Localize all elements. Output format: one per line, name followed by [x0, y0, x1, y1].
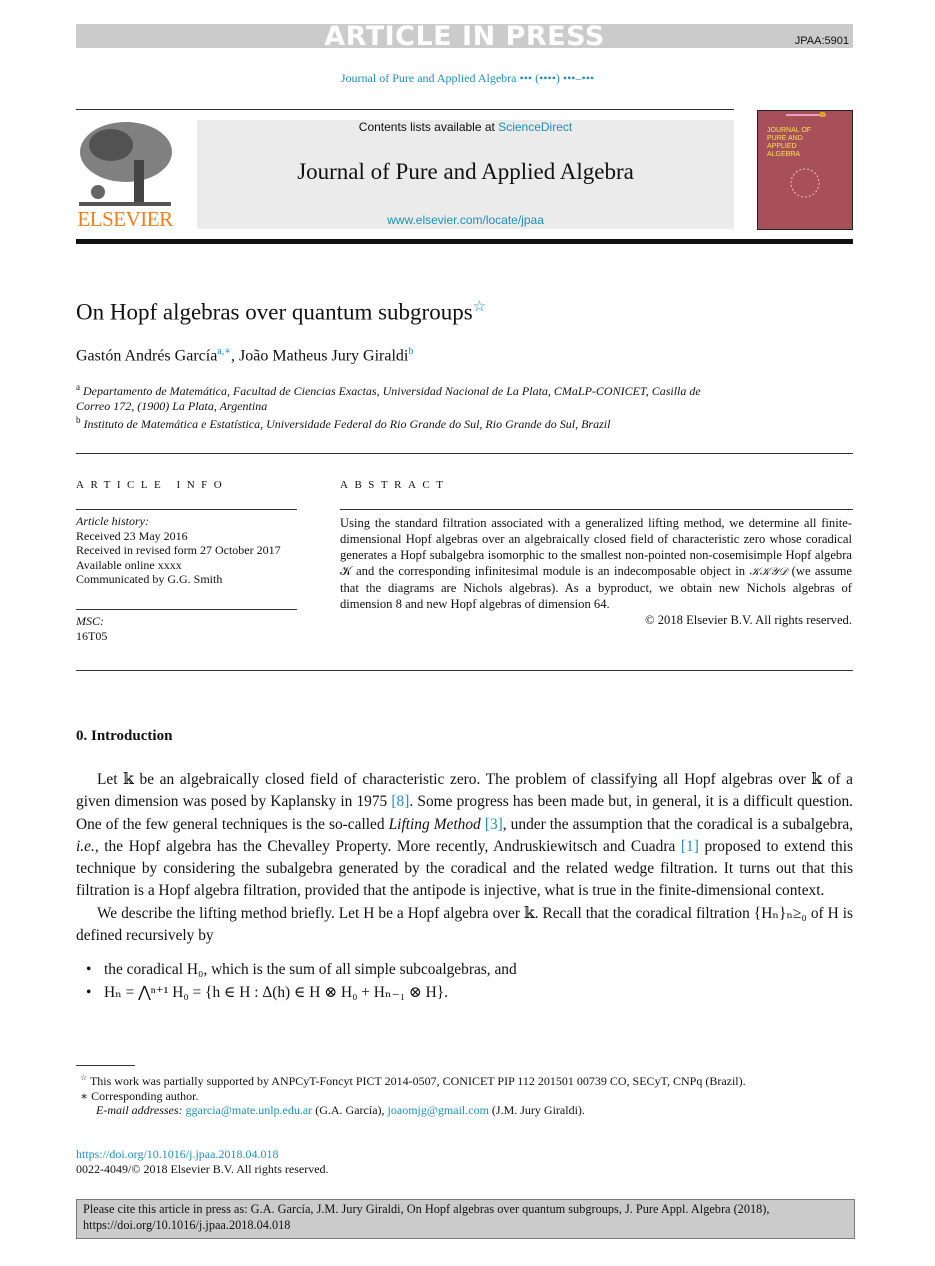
journal-reference-link[interactable]: Journal of Pure and Applied Algebra ••• … — [0, 71, 935, 86]
sciencedirect-link[interactable]: ScienceDirect — [498, 120, 572, 134]
introduction-body: Let 𝕜 be an algebraically closed field o… — [76, 769, 853, 1004]
affiliation: a Departamento de Matemática, Facultad d… — [76, 380, 736, 413]
paragraph: We describe the lifting method briefly. … — [76, 904, 853, 945]
article-in-press-label: ARTICLE IN PRESS — [324, 21, 605, 52]
cover-title: JOURNAL OF PURE AND APPLIED ALGEBRA — [767, 127, 812, 158]
email-link[interactable]: ggarcia@mate.unlp.edu.ar — [186, 1103, 313, 1117]
author-marks[interactable]: a,∗ — [217, 346, 231, 357]
history-item: Received 23 May 2016 — [76, 528, 188, 543]
history-item: Available online xxxx — [76, 557, 182, 572]
title-footnote-mark[interactable]: ☆ — [473, 299, 486, 315]
article-info-heading: ARTICLE INFO — [76, 479, 229, 491]
author-list: Gastón Andrés Garcíaa,∗, João Matheus Ju… — [76, 346, 414, 365]
author-name: João Matheus Jury Giraldi — [239, 347, 409, 365]
abstract-math: 𝒦𝒦𝒴𝒟 — [749, 566, 788, 578]
msc-code: 16T05 — [76, 628, 108, 643]
footnote-text: This work was partially supported by ANP… — [89, 1074, 746, 1088]
footnote-rule — [76, 1065, 135, 1066]
author-marks[interactable]: b — [408, 346, 413, 357]
journal-url-link[interactable]: www.elsevier.com/locate/jpaa — [197, 213, 734, 227]
contents-line: Contents lists available at ScienceDirec… — [197, 120, 734, 134]
corresponding-footnote: ∗ Corresponding author. — [76, 1089, 853, 1104]
citation-link[interactable]: [3] — [485, 816, 503, 833]
paragraph: Let 𝕜 be an algebraically closed field o… — [76, 769, 853, 903]
doi-block: https://doi.org/10.1016/j.jpaa.2018.04.0… — [76, 1147, 329, 1177]
publisher-name: ELSEVIER — [77, 207, 173, 231]
emphasis: i.e. — [76, 837, 95, 855]
affiliation-text: Departamento de Matemática, Facultad de … — [76, 384, 701, 413]
bullet-list: the coradical H₀, which is the sum of al… — [76, 959, 853, 1004]
abstract-heading: ABSTRACT — [340, 479, 450, 491]
issn-line: 0022-4049/© 2018 Elsevier B.V. All right… — [76, 1162, 329, 1176]
journal-cover[interactable]: JOURNAL OF PURE AND APPLIED ALGEBRA — [757, 110, 853, 230]
email-label: E-mail addresses: — [96, 1103, 183, 1118]
affiliation: b Instituto de Matemática e Estatística,… — [76, 413, 736, 432]
header-rule — [76, 239, 853, 244]
tree-logo-icon — [79, 122, 172, 206]
article-history: Article history: Received 23 May 2016 Re… — [76, 514, 306, 587]
footnote-text: Corresponding author. — [91, 1088, 199, 1103]
author-name: Gastón Andrés García — [76, 347, 218, 365]
contents-prefix: Contents lists available at — [358, 120, 499, 134]
divider — [76, 509, 297, 510]
msc-block: MSC: 16T05 — [76, 614, 306, 643]
divider — [76, 453, 853, 454]
email-footnote: E-mail addresses: ggarcia@mate.unlp.edu.… — [76, 1103, 853, 1118]
email-link[interactable]: joaomjg@gmail.com — [388, 1103, 489, 1117]
divider — [340, 509, 853, 510]
affiliation-text: Instituto de Matemática e Estatística, U… — [83, 417, 611, 431]
affiliation-mark: a — [76, 382, 80, 392]
cover-mark — [820, 112, 825, 117]
abstract-text: Using the standard filtration associated… — [340, 515, 852, 628]
footnote-mark: ∗ — [80, 1088, 89, 1103]
article-in-press-banner: ARTICLE IN PRESS JPAA:5901 — [76, 21, 853, 52]
text: , under the assumption that the coradica… — [502, 815, 853, 833]
title-text: On Hopf algebras over quantum subgroups — [76, 299, 473, 325]
funding-footnote: ☆ This work was partially supported by A… — [76, 1071, 853, 1089]
cover-graphic-icon — [790, 168, 820, 198]
footnotes: ☆ This work was partially supported by A… — [76, 1071, 853, 1118]
article-page: ARTICLE IN PRESS JPAA:5901 Journal of Pu… — [0, 0, 935, 1266]
email-owner: (G.A. García), — [312, 1103, 388, 1118]
msc-label: MSC: — [76, 614, 104, 628]
journal-title: Journal of Pure and Applied Algebra — [297, 159, 634, 184]
citation-box: Please cite this article in press as: G.… — [76, 1199, 855, 1239]
article-title: On Hopf algebras over quantum subgroups☆ — [76, 297, 486, 326]
history-label: Article history: — [76, 514, 149, 528]
affiliations: a Departamento de Matemática, Facultad d… — [76, 380, 736, 432]
citation-link[interactable]: [8] — [391, 793, 409, 810]
section-heading: 0. Introduction — [76, 728, 173, 744]
divider — [76, 109, 734, 110]
history-item: Communicated by G.G. Smith — [76, 572, 223, 586]
affiliation-mark: b — [76, 415, 81, 425]
list-item: Hₙ = ⋀ⁿ⁺¹ H₀ = {h ∈ H : Δ(h) ∈ H ⊗ H₀ + … — [76, 982, 853, 1005]
abstract-copyright: © 2018 Elsevier B.V. All rights reserved… — [645, 613, 852, 627]
list-item: the coradical H₀, which is the sum of al… — [76, 959, 853, 982]
article-id: JPAA:5901 — [794, 35, 849, 47]
history-item: Received in revised form 27 October 2017 — [76, 543, 281, 557]
text: , the Hopf algebra has the Chevalley Pro… — [94, 837, 681, 855]
emphasis: Lifting Method — [388, 815, 481, 833]
divider — [76, 670, 853, 671]
citation-link[interactable]: [1] — [681, 838, 699, 855]
footnote-mark: ☆ — [80, 1073, 88, 1082]
elsevier-logo[interactable]: ELSEVIER — [76, 120, 174, 232]
journal-banner: Contents lists available at ScienceDirec… — [197, 120, 734, 229]
email-owner: (J.M. Jury Giraldi). — [488, 1103, 585, 1118]
doi-link[interactable]: https://doi.org/10.1016/j.jpaa.2018.04.0… — [76, 1147, 329, 1162]
divider — [76, 609, 297, 610]
